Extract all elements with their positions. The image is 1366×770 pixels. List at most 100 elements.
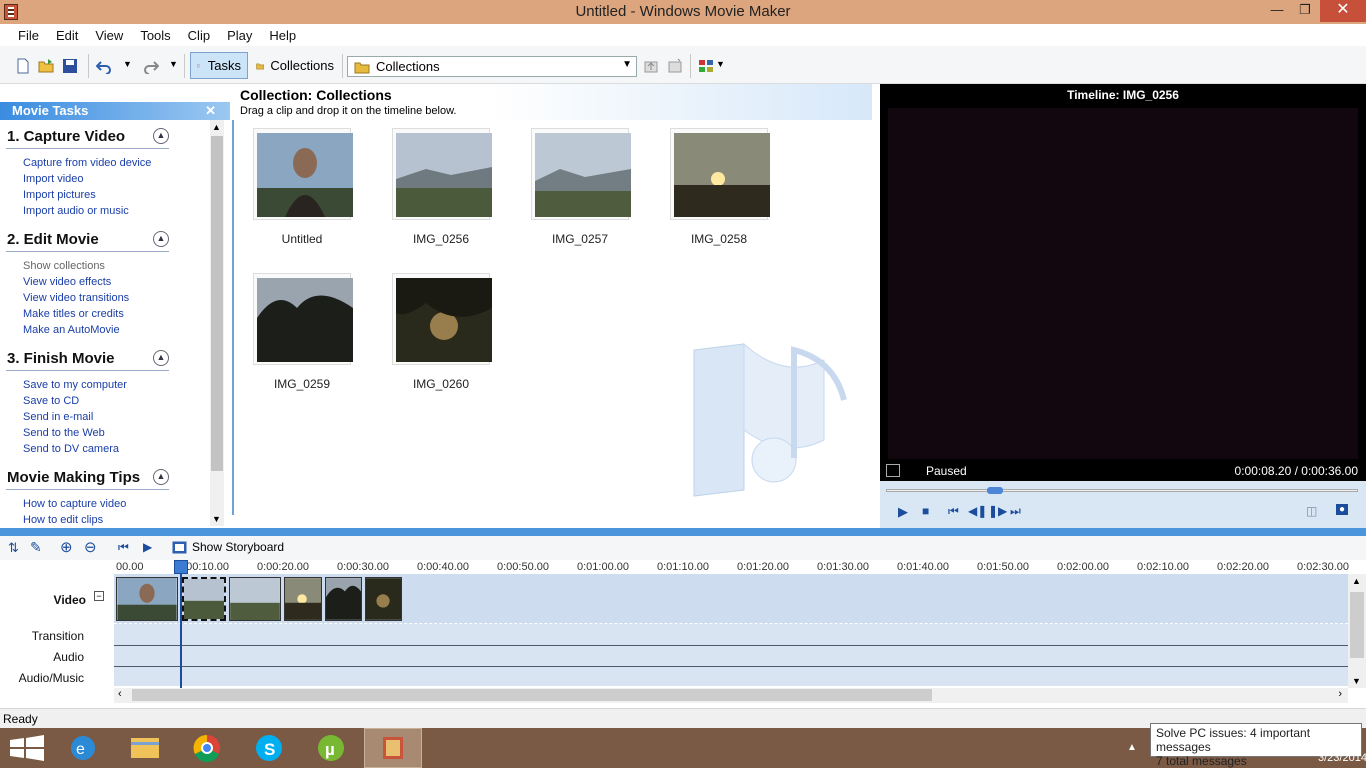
chevron-down-icon[interactable]: ▼ [212,514,221,524]
open-project-icon[interactable] [38,58,54,74]
menu-tools[interactable]: Tools [140,28,179,43]
clip-img-0257[interactable]: IMG_0257 [531,128,631,246]
timeline-horizontal-scroll-thumb[interactable] [132,689,932,701]
task-link-import-audio[interactable]: Import audio or music [23,205,129,217]
play-timeline-icon[interactable]: ▶ [143,540,152,554]
undo-icon[interactable] [96,58,112,74]
timeline-clip[interactable] [325,577,362,621]
collapse-icon[interactable]: ▲ [153,231,169,247]
task-link-show-collections[interactable]: Show collections [23,260,105,272]
utorrent-icon[interactable]: µ [302,728,360,768]
task-link-video-effects[interactable]: View video effects [23,276,111,288]
clip-img-0258[interactable]: IMG_0258 [670,128,770,246]
task-link-automovie[interactable]: Make an AutoMovie [23,324,120,336]
clip-img-0256[interactable]: IMG_0256 [392,128,492,246]
menu-view[interactable]: View [95,28,132,43]
clip-img-0259[interactable]: IMG_0259 [253,273,353,391]
collections-dropdown[interactable]: Collections ▼ [347,56,637,77]
tasks-button[interactable]: Tasks [190,52,248,79]
task-link-send-email[interactable]: Send in e-mail [23,411,93,423]
seek-bar-thumb[interactable] [987,487,1003,494]
task-link-titles-credits[interactable]: Make titles or credits [23,308,124,320]
section-finish-movie[interactable]: 3. Finish Movie [7,350,115,367]
timeline-divider[interactable] [0,528,1366,536]
zoom-out-icon[interactable]: ⊖ [84,538,97,556]
play-icon[interactable]: ▶ [898,504,908,520]
seek-bar[interactable] [886,489,1358,492]
menu-file[interactable]: File [18,28,48,43]
narrate-timeline-icon[interactable]: ✎ [30,539,42,556]
menu-clip[interactable]: Clip [188,28,219,43]
menu-help[interactable]: Help [269,28,305,43]
clip-untitled[interactable]: Untitled [253,128,353,246]
full-screen-icon[interactable] [886,464,900,477]
minimize-button[interactable]: — [1262,0,1292,22]
preview-video[interactable] [888,108,1358,459]
menu-edit[interactable]: Edit [56,28,87,43]
redo-dropdown-icon[interactable]: ▼ [169,59,178,69]
task-link-capture-tips[interactable]: How to capture video [23,498,126,510]
video-track[interactable] [114,574,1348,624]
playhead-handle[interactable] [174,560,188,574]
timeline-clip[interactable] [116,577,178,621]
timeline-clip[interactable] [365,577,402,621]
chevron-right-icon[interactable]: › [1338,688,1342,700]
new-project-icon[interactable] [15,58,31,74]
zoom-in-icon[interactable]: ⊕ [60,538,73,556]
chrome-icon[interactable] [178,728,236,768]
take-picture-icon[interactable]: ● [1336,504,1349,515]
previous-frame-start-icon[interactable]: ⏮ [948,504,959,519]
skype-icon[interactable]: S [240,728,298,768]
menu-play[interactable]: Play [227,28,261,43]
file-explorer-icon[interactable] [116,728,174,768]
task-link-video-transitions[interactable]: View video transitions [23,292,129,304]
task-link-send-dv[interactable]: Send to DV camera [23,443,119,455]
views-dropdown-icon[interactable]: ▼ [716,59,725,69]
task-link-import-video[interactable]: Import video [23,173,84,185]
timeline-clip-selected[interactable] [182,577,226,621]
clip-img-0260[interactable]: IMG_0260 [392,273,492,391]
split-clip-icon[interactable]: ◫ [1306,504,1317,518]
timeline-horizontal-scrollbar[interactable]: ‹ › [114,688,1348,703]
section-capture-video[interactable]: 1. Capture Video [7,128,125,145]
show-hidden-icons-icon[interactable]: ▲ [1127,742,1137,753]
views-icon[interactable] [698,58,714,74]
set-audio-levels-icon[interactable]: ⇅ [8,540,19,556]
playhead-line[interactable] [180,560,182,688]
task-link-capture-from-device[interactable]: Capture from video device [23,157,151,169]
collections-button[interactable]: Collections [250,52,340,79]
task-pane-scroll-thumb[interactable] [211,136,223,471]
collapse-icon[interactable]: ▲ [153,350,169,366]
rewind-timeline-icon[interactable]: ⏮ [118,540,129,555]
windows-start-icon[interactable] [0,728,58,768]
redo-icon[interactable] [143,58,159,74]
collapse-track-icon[interactable]: − [94,591,104,601]
chevron-up-icon[interactable]: ▲ [1352,576,1361,586]
collapse-icon[interactable]: ▲ [153,469,169,485]
chevron-left-icon[interactable]: ‹ [118,688,122,700]
task-link-send-web[interactable]: Send to the Web [23,427,105,439]
task-link-import-pictures[interactable]: Import pictures [23,189,96,201]
timeline-vertical-scroll-thumb[interactable] [1350,592,1364,658]
undo-dropdown-icon[interactable]: ▼ [123,59,132,69]
save-project-icon[interactable] [62,58,78,74]
forward-icon[interactable]: ❚▶ [988,504,1007,518]
timeline-ruler[interactable]: 00.00 0:00:10.00 0:00:20.00 0:00:30.00 0:00:… [114,560,1350,574]
new-collection-folder-icon[interactable] [667,58,683,74]
up-one-level-icon[interactable] [643,58,659,74]
timeline-clip[interactable] [229,577,281,621]
collapse-icon[interactable]: ▲ [153,128,169,144]
chevron-up-icon[interactable]: ▲ [212,122,221,132]
task-link-save-computer[interactable]: Save to my computer [23,379,127,391]
close-pane-icon[interactable]: ✕ [205,102,216,120]
next-end-icon[interactable]: ⏭ [1010,504,1021,519]
section-movie-tips[interactable]: Movie Making Tips [7,469,140,486]
timeline-tracks[interactable] [114,574,1348,686]
close-button[interactable]: ✕ [1320,0,1366,22]
timeline-clip[interactable] [284,577,322,621]
section-edit-movie[interactable]: 2. Edit Movie [7,231,99,248]
task-link-edit-tips[interactable]: How to edit clips [23,514,103,526]
chevron-down-icon[interactable]: ▼ [1352,676,1361,686]
back-icon[interactable]: ◀❚ [968,504,987,518]
restore-button[interactable]: ❐ [1290,0,1320,22]
